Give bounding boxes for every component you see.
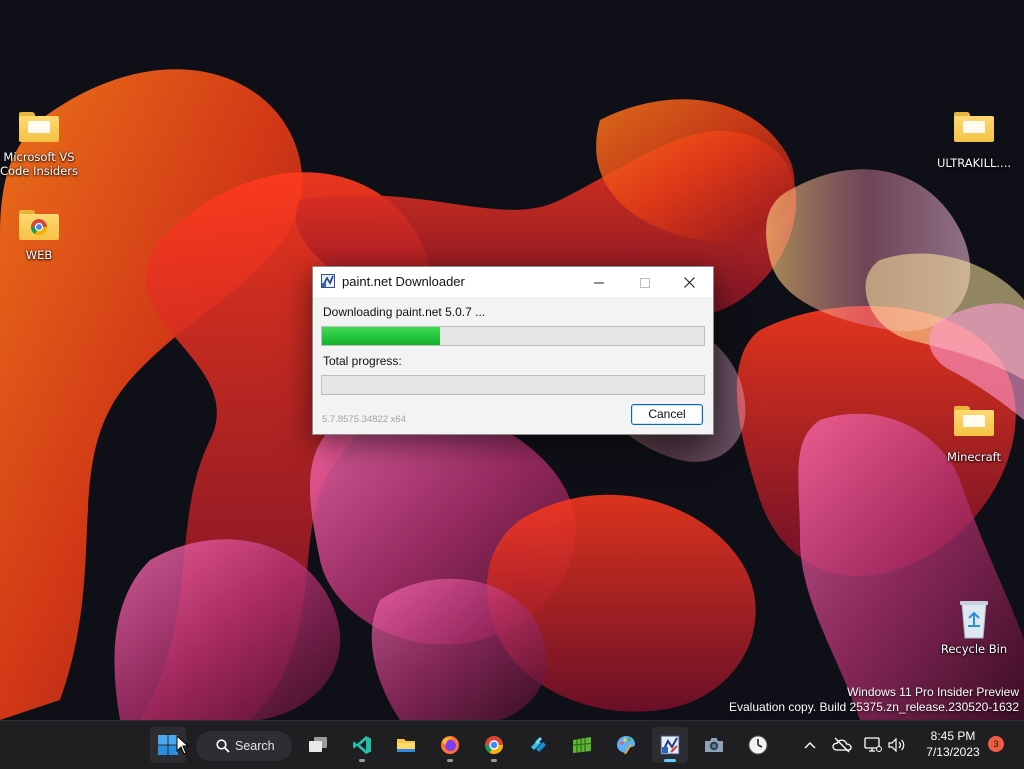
desktop-icon-vscode-insiders[interactable]: Microsoft VS Code Insiders	[0, 106, 81, 178]
running-indicator	[447, 759, 453, 762]
clock-icon	[748, 735, 768, 755]
folder-icon	[17, 106, 61, 146]
cancel-button[interactable]: Cancel	[631, 404, 703, 425]
desktop-icon-recycle-bin[interactable]: Recycle Bin	[932, 596, 1016, 656]
windows-watermark: Windows 11 Pro Insider Preview Evaluatio…	[729, 685, 1019, 715]
taskbar-app-unknown[interactable]	[520, 727, 556, 763]
watermark-build: Evaluation copy. Build 25375.zn_release.…	[729, 700, 1019, 714]
volume-icon	[888, 738, 905, 752]
search-icon	[216, 739, 230, 753]
app-icon	[531, 737, 546, 752]
desktop-icon-label: Minecraft	[947, 450, 1001, 464]
paint-icon	[617, 736, 635, 754]
paint-net-icon	[321, 274, 335, 288]
desktop-icon-ultrakill[interactable]: ULTRAKILL....	[932, 106, 1016, 170]
desktop-icon-label: Microsoft VS Code Insiders	[0, 150, 79, 178]
taskbar-app-camera[interactable]	[696, 727, 732, 763]
version-text: 5.7.8575.34822 x64	[322, 414, 406, 425]
taskbar-app-chrome[interactable]	[476, 727, 512, 763]
folder-icon	[952, 106, 996, 146]
camera-icon	[705, 738, 723, 752]
download-progress-bar	[321, 326, 705, 346]
task-view-icon	[309, 737, 327, 752]
file-explorer-icon	[397, 739, 415, 752]
total-progress-label: Total progress:	[323, 354, 402, 368]
chrome-icon	[485, 736, 503, 755]
taskbar-app-paint[interactable]	[608, 727, 644, 763]
clock-time: 8:45 PM	[930, 729, 976, 743]
minimize-icon	[594, 282, 604, 283]
desktop-icon-label: Recycle Bin	[940, 642, 1008, 656]
start-icon	[158, 735, 178, 755]
vscode-insiders-icon	[353, 736, 371, 754]
taskbar-app-minecraft[interactable]	[564, 727, 600, 763]
running-indicator	[491, 759, 497, 762]
minimize-button[interactable]	[576, 267, 622, 297]
close-icon	[683, 277, 695, 288]
chevron-up-icon	[804, 742, 816, 749]
desktop-icon-label: WEB	[25, 248, 53, 262]
total-progress-bar	[321, 375, 705, 395]
taskbar-clock[interactable]: 8:45 PM 7/13/2023	[913, 728, 993, 760]
taskbar-app-paint-net[interactable]	[652, 727, 688, 763]
folder-chrome-icon	[17, 204, 61, 244]
notification-badge[interactable]: 3	[988, 736, 1004, 752]
taskbar: Search 8:45 PM 7/13/2023 3	[0, 720, 1024, 769]
desktop-icon-web[interactable]: WEB	[0, 204, 81, 262]
mouse-cursor-icon	[176, 735, 190, 755]
maximize-button	[622, 267, 668, 297]
taskbar-app-file-explorer[interactable]	[388, 727, 424, 763]
clock-date: 7/13/2023	[926, 745, 980, 759]
taskbar-app-vscode-insiders[interactable]	[344, 727, 380, 763]
recycle-bin-icon	[952, 596, 996, 639]
search-label: Search	[235, 739, 275, 753]
download-status-text: Downloading paint.net 5.0.7 ...	[323, 305, 486, 319]
task-view-button[interactable]	[300, 727, 336, 763]
running-indicator	[359, 759, 365, 762]
title-bar[interactable]: paint.net Downloader	[313, 267, 713, 297]
paint-net-downloader-dialog: paint.net Downloader Downloading paint.n…	[312, 266, 714, 435]
close-button[interactable]	[666, 267, 712, 297]
taskbar-app-firefox[interactable]	[432, 727, 468, 763]
desktop-icon-label: ULTRAKILL....	[936, 156, 1012, 170]
running-indicator	[664, 759, 676, 762]
taskbar-app-clock[interactable]	[740, 727, 776, 763]
taskbar-search[interactable]: Search	[196, 731, 292, 761]
window-title: paint.net Downloader	[342, 274, 465, 289]
download-progress-fill	[322, 327, 441, 345]
cloud-off-icon	[832, 737, 852, 753]
folder-icon	[952, 400, 996, 440]
maximize-icon	[640, 277, 650, 288]
network-icon	[864, 737, 882, 752]
desktop-icon-minecraft[interactable]: Minecraft	[932, 400, 1016, 464]
minecraft-icon	[572, 737, 592, 753]
paint-net-icon	[660, 735, 680, 755]
watermark-edition: Windows 11 Pro Insider Preview	[847, 685, 1019, 699]
firefox-icon	[441, 736, 459, 754]
